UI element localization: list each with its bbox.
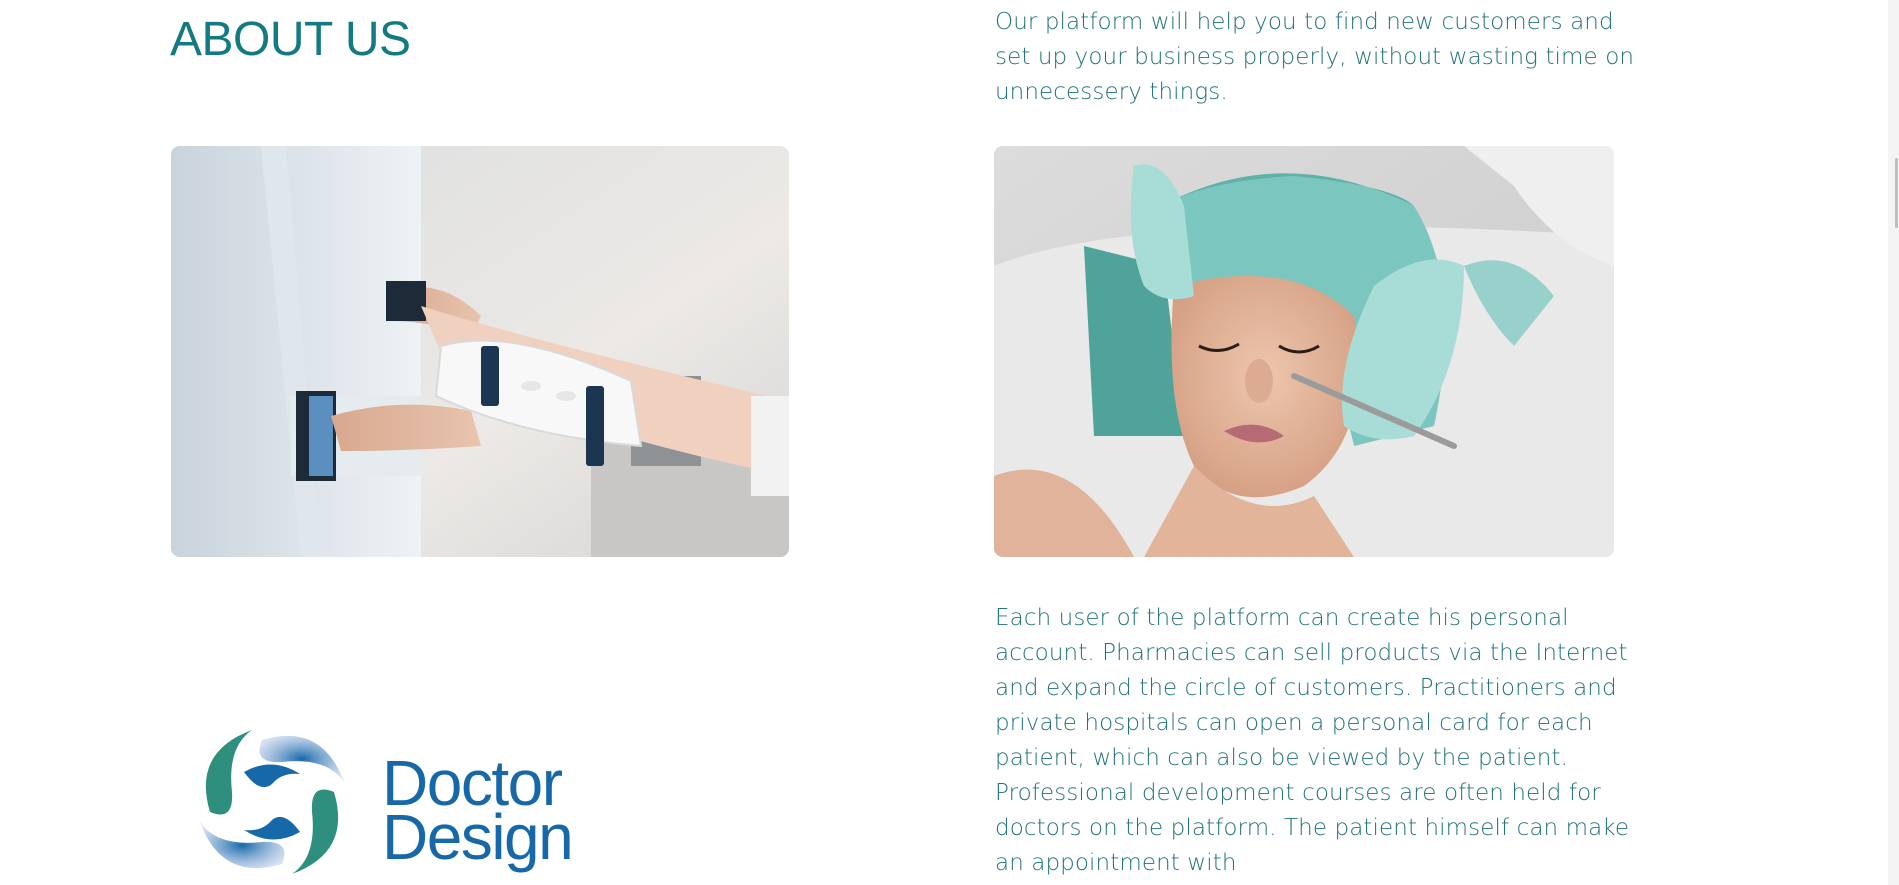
wrist-splint-photo (171, 146, 789, 557)
page-title: ABOUT US (170, 13, 411, 66)
intro-paragraph: Our platform will help you to find new c… (995, 9, 1635, 105)
logo-line-2: Design (382, 801, 574, 873)
page-scrollbar[interactable] (1888, 0, 1899, 885)
logo-wordmark: Doctor Design (382, 751, 574, 873)
details-paragraph: Each user of the platform can create his… (995, 605, 1630, 876)
scrollbar-thumb[interactable] (1895, 158, 1898, 228)
facial-treatment-photo (994, 146, 1614, 557)
doctor-design-logo[interactable]: Doctor Design (180, 712, 580, 885)
swirl-logo-icon (200, 730, 344, 874)
